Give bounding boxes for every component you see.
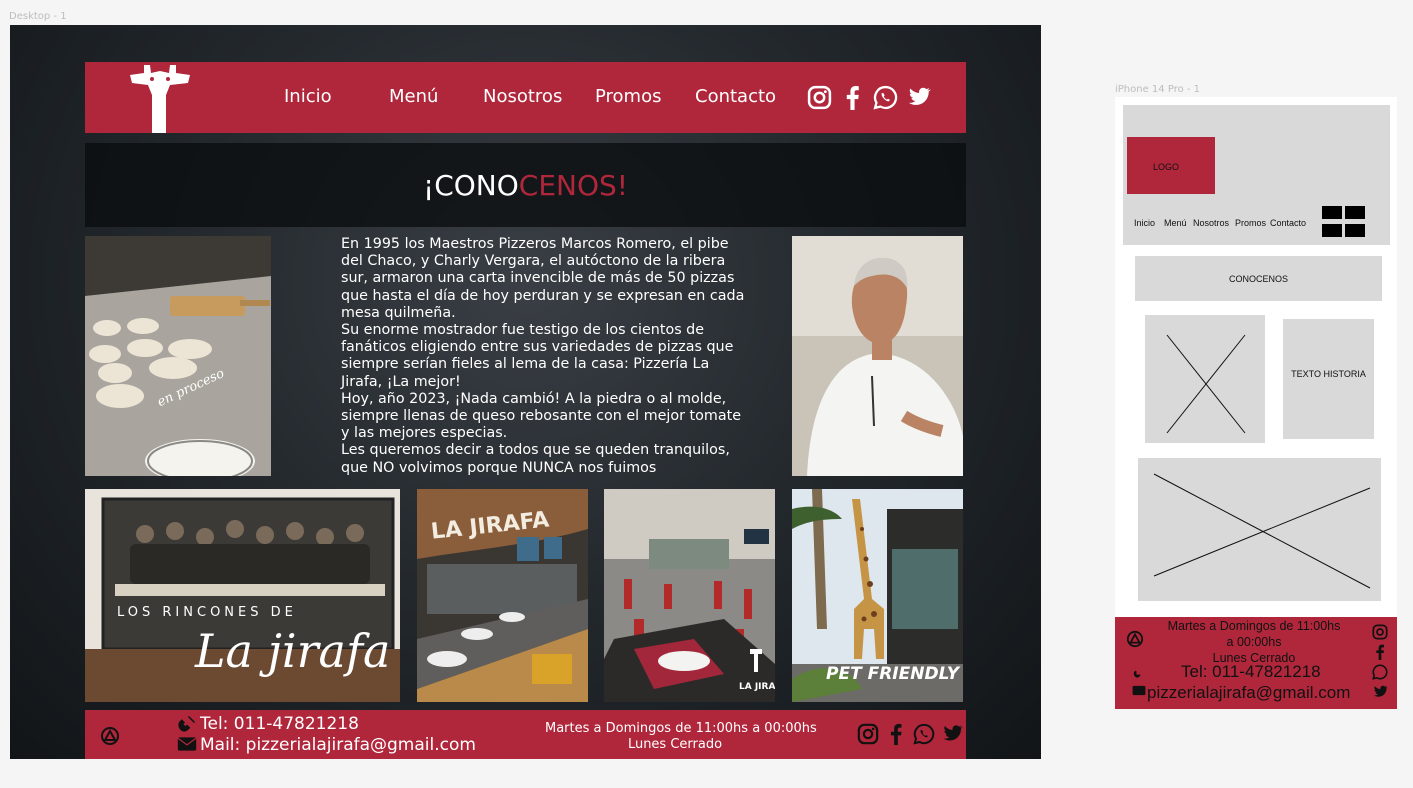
nav-link-inicio[interactable]: Inicio — [284, 86, 332, 107]
mobile-frame-label: iPhone 14 Pro - 1 — [1115, 84, 1201, 95]
mobile-mail[interactable]: pizzerialajirafa@gmail.com — [1147, 683, 1350, 703]
footer-closed: Lunes Cerrado — [627, 737, 723, 752]
photo-los-rincones-mural: LOS RINCONES DE La jirafa — [85, 489, 400, 702]
story-paragraph: En 1995 los Maestros Pizzeros Marcos Rom… — [341, 236, 745, 321]
mobile-nav-menu[interactable]: Menú — [1164, 218, 1187, 228]
title-prefix: ¡CONO — [422, 169, 519, 202]
instagram-icon[interactable] — [1372, 624, 1388, 640]
scroll-top-icon[interactable] — [1126, 630, 1144, 648]
story-paragraph: Hoy, año 2023, ¡Nada cambió! A la piedra… — [341, 390, 741, 442]
nav-link-nosotros[interactable]: Nosotros — [483, 86, 562, 107]
mobile-frame: LOGO Inicio Menú Nosotros Promos Contact… — [1115, 97, 1397, 709]
footer-tel[interactable]: Tel: 011-47821218 — [200, 714, 359, 734]
mobile-header: LOGO Inicio Menú Nosotros Promos Contact… — [1123, 105, 1390, 245]
title-accent: CENOS! — [518, 169, 629, 202]
photo-counter: LA JIRAFA — [417, 489, 588, 702]
mural-caption-line1: LOS RINCONES DE — [117, 605, 297, 620]
mobile-nav-contacto[interactable]: Contacto — [1270, 218, 1306, 228]
photo-pizza-chef — [792, 236, 963, 476]
mobile-image-placeholder — [1145, 315, 1265, 443]
mobile-history-text-box: TEXTO HISTORIA — [1283, 319, 1374, 439]
top-navbar: Inicio Menú Nosotros Promos Contacto — [85, 62, 966, 133]
hero-banner: ¡CONOCENOS! — [85, 143, 966, 227]
scroll-top-icon[interactable] — [100, 726, 120, 746]
mobile-nav-promos[interactable]: Promos — [1235, 218, 1266, 228]
footer-hours: Martes a Domingos de 11:00hs a 00:00hs — [545, 721, 817, 736]
mobile-social-icons — [1372, 624, 1390, 700]
whatsapp-icon[interactable] — [873, 85, 898, 110]
site-footer: Tel: 011-47821218 Mail: pizzerialajirafa… — [85, 710, 966, 759]
phone-icon — [178, 715, 196, 732]
story-paragraph: Les queremos decir a todos que se queden… — [341, 442, 730, 476]
desktop-frame-label: Desktop - 1 — [9, 11, 67, 22]
story-paragraph: Su enorme mostrador fue testigo de los c… — [341, 322, 734, 390]
nav-link-menu[interactable]: Menú — [389, 86, 438, 107]
facebook-icon[interactable] — [885, 723, 907, 745]
pet-friendly-caption: PET FRIENDLY — [826, 664, 961, 684]
mobile-tel[interactable]: Tel: 011-47821218 — [1181, 662, 1321, 682]
section-title: ¡CONOCENOS! — [85, 169, 966, 202]
twitter-icon[interactable] — [1372, 684, 1388, 700]
photo-dining-room: LA JIRAFA — [604, 489, 775, 702]
mobile-section-title-box: CONOCENOS — [1135, 256, 1382, 301]
mobile-logo-label: LOGO — [1153, 162, 1180, 172]
mobile-footer: Martes a Domingos de 11:00hs a 00:00hs L… — [1115, 617, 1397, 709]
giraffe-logo[interactable] — [130, 65, 190, 133]
nav-link-contacto[interactable]: Contacto — [695, 86, 776, 107]
whatsapp-icon[interactable] — [1372, 664, 1388, 680]
mobile-hours-line1: Martes a Domingos de 11:00hs — [1167, 619, 1341, 633]
footer-social-icons — [857, 723, 963, 745]
twitter-icon[interactable] — [941, 723, 963, 745]
mobile-grid-icon[interactable] — [1322, 206, 1366, 240]
mobile-nav-inicio[interactable]: Inicio — [1134, 218, 1155, 228]
instagram-icon[interactable] — [807, 85, 832, 110]
nav-social-icons — [807, 85, 931, 110]
mobile-nav-nosotros[interactable]: Nosotros — [1193, 218, 1229, 228]
nav-link-promos[interactable]: Promos — [595, 86, 661, 107]
desktop-frame: Inicio Menú Nosotros Promos Contacto ¡CO… — [10, 25, 1041, 759]
mobile-gallery-placeholder — [1138, 458, 1381, 601]
twitter-icon[interactable] — [906, 85, 931, 110]
history-text: En 1995 los Maestros Pizzeros Marcos Rom… — [341, 236, 751, 477]
instagram-icon[interactable] — [857, 723, 879, 745]
photo-dough-balls: en proceso — [85, 236, 271, 476]
footer-mail[interactable]: Mail: pizzerialajirafa@gmail.com — [200, 735, 476, 755]
dining-stamp: LA JIRAFA — [739, 682, 775, 692]
photo-giraffe-statue: PET FRIENDLY — [792, 489, 963, 702]
phone-icon — [1133, 670, 1141, 678]
mural-caption-line2: La jirafa — [194, 624, 390, 678]
mail-icon — [1132, 685, 1146, 696]
mobile-hours-line2: a 00:00hs — [1226, 635, 1282, 649]
mail-icon — [177, 737, 197, 751]
whatsapp-icon[interactable] — [913, 723, 935, 745]
mobile-logo-placeholder[interactable]: LOGO — [1127, 137, 1215, 194]
mobile-history-label: TEXTO HISTORIA — [1291, 369, 1366, 379]
mobile-section-title: CONOCENOS — [1228, 274, 1288, 284]
facebook-icon[interactable] — [840, 85, 865, 110]
facebook-icon[interactable] — [1372, 644, 1388, 660]
